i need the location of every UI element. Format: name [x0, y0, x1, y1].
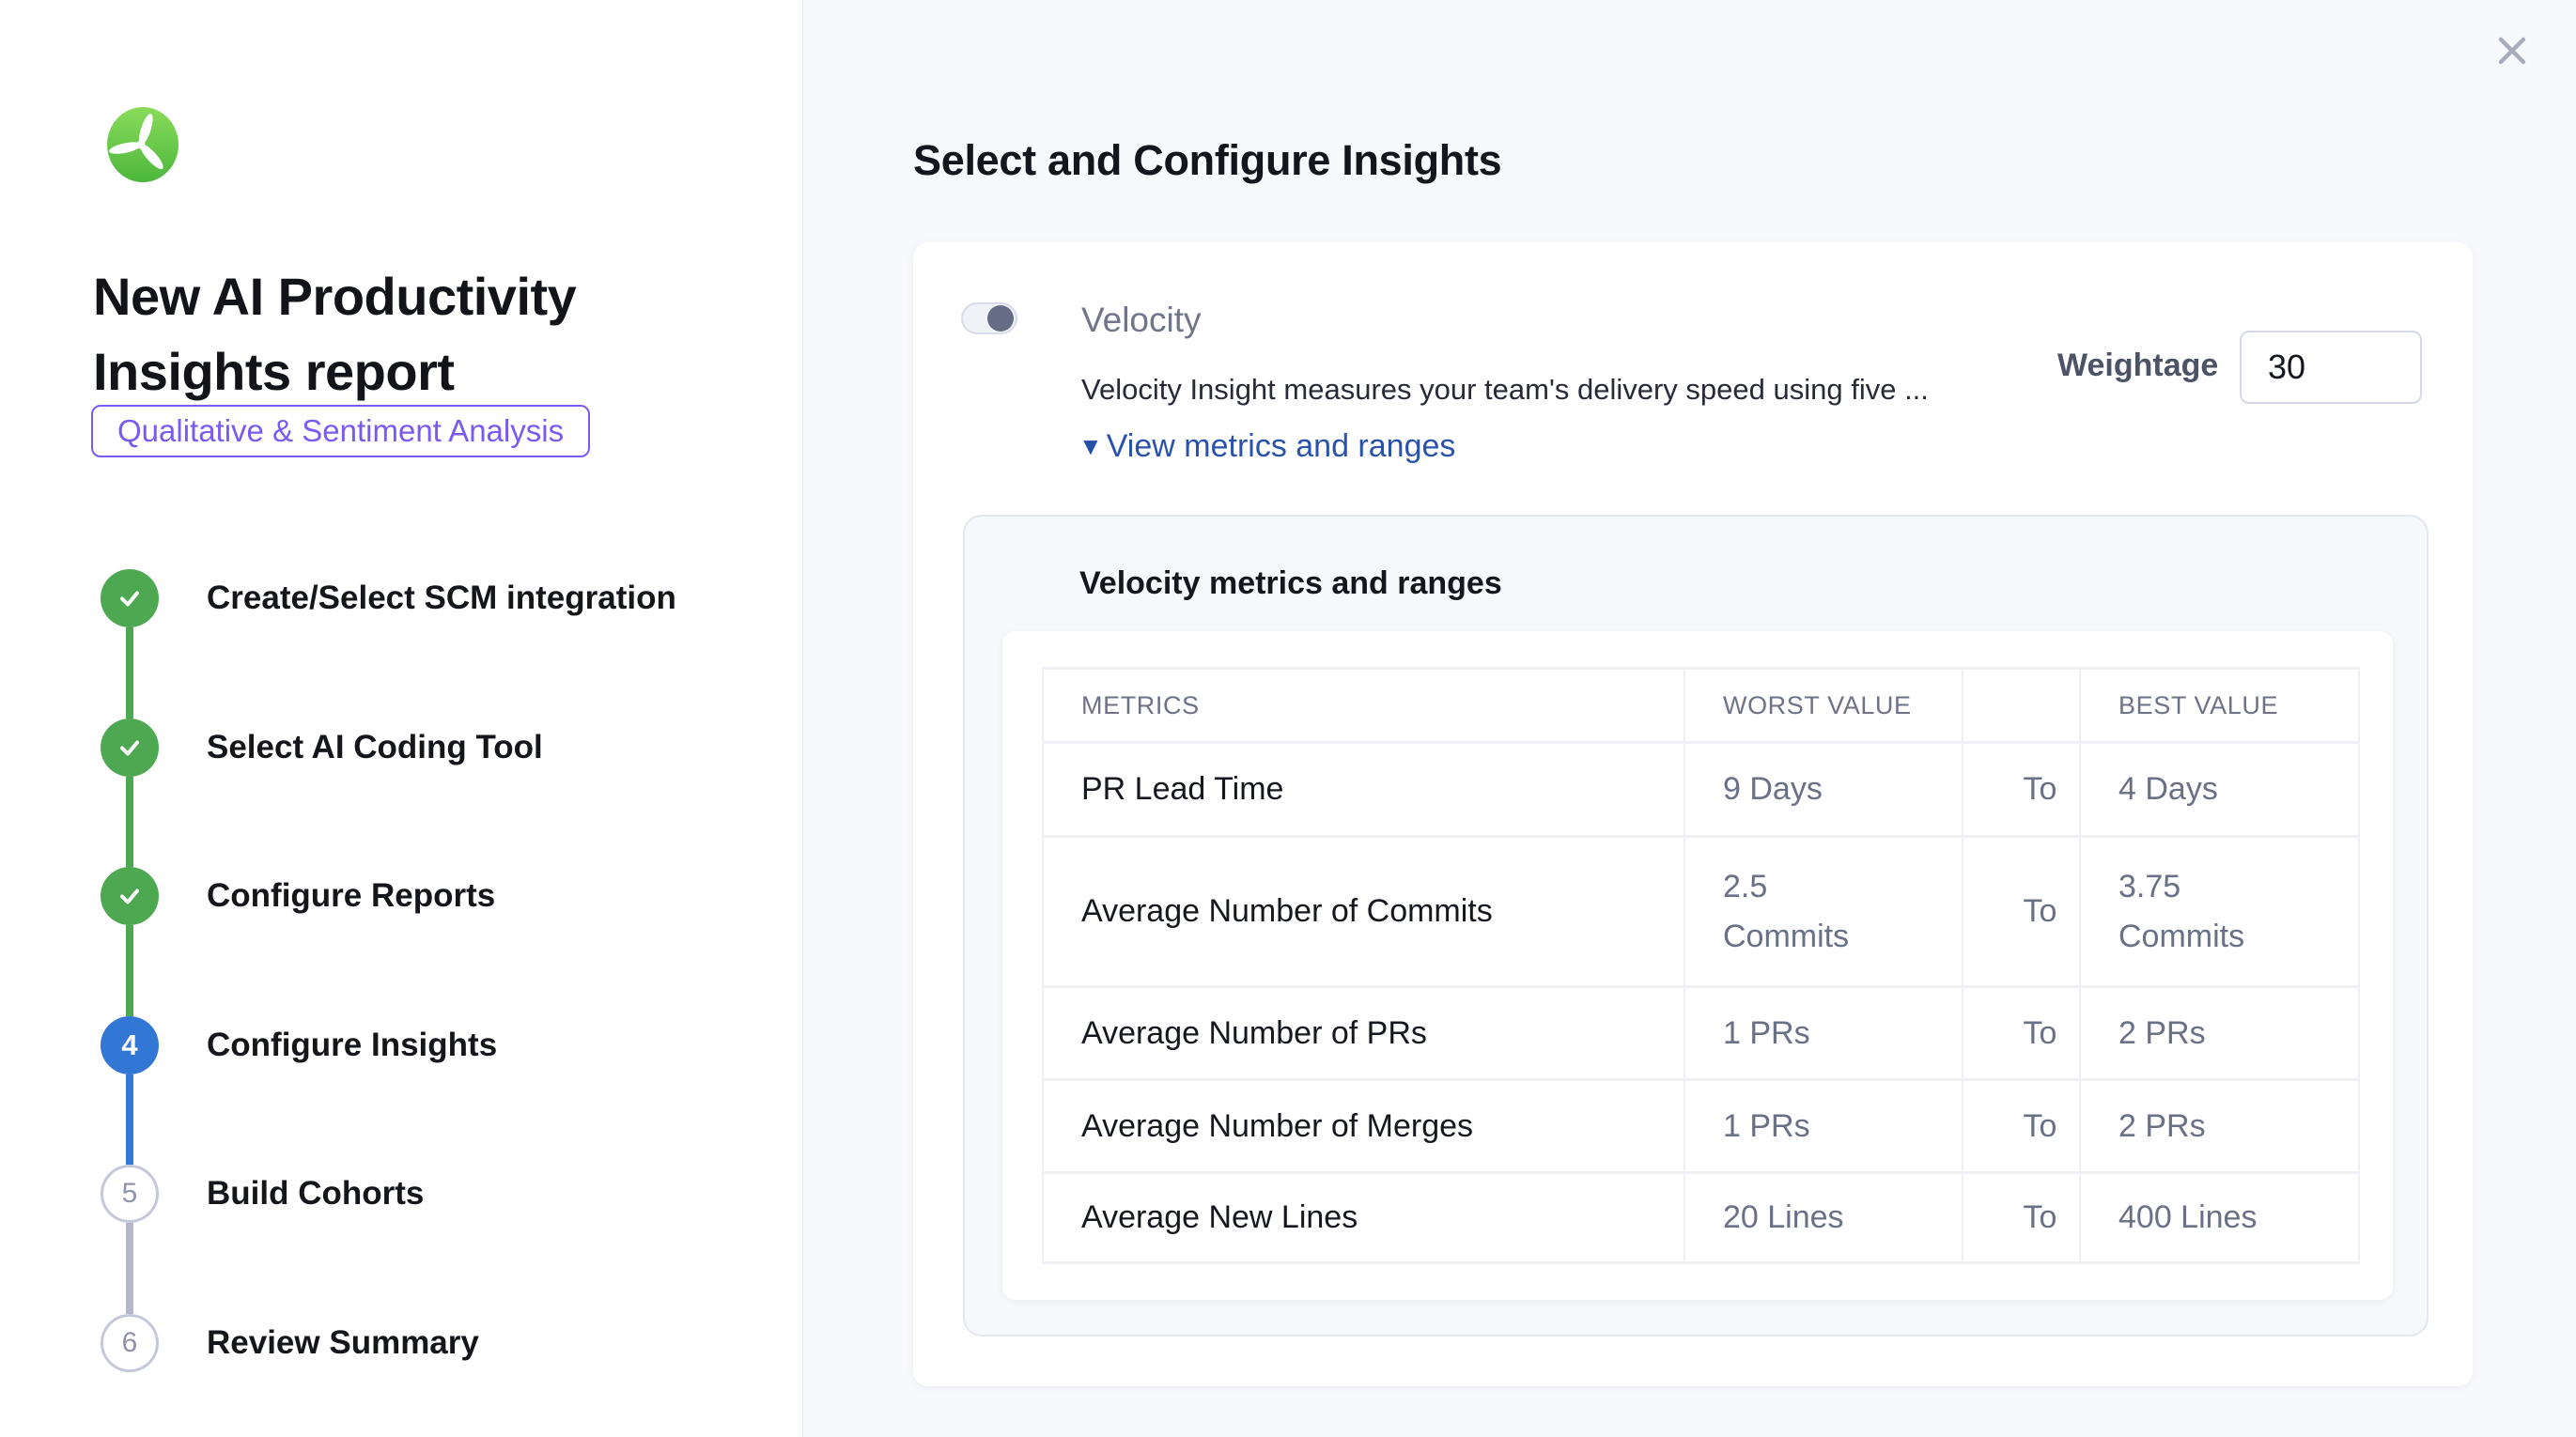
- step-connector: [126, 777, 133, 868]
- weightage-label: Weightage: [2057, 348, 2218, 384]
- step-connector: [126, 1223, 133, 1314]
- metric-name-cell: Average Number of PRs: [1043, 987, 1684, 1080]
- to-cell: To: [1963, 837, 2080, 987]
- page-title: Select and Configure Insights: [913, 136, 1501, 185]
- table-header-cell: WORST VALUE: [1684, 669, 1963, 743]
- metric-name-cell: Average Number of Merges: [1043, 1080, 1684, 1173]
- table-row: PR Lead Time9 DaysTo4 Days: [1043, 743, 2359, 837]
- step-connector: [126, 627, 133, 718]
- table-row: Average Number of Commits2.5 CommitsTo3.…: [1043, 837, 2359, 987]
- toggle-knob: [987, 305, 1014, 332]
- screen: New AI Productivity Insights report Qual…: [0, 0, 2576, 1437]
- step-connector: [126, 1074, 133, 1166]
- table-header-cell: [1963, 669, 2080, 743]
- table-header-cell: METRICS: [1043, 669, 1684, 743]
- best-value-cell: 400 Lines: [2080, 1173, 2359, 1263]
- worst-value-cell: 9 Days: [1684, 743, 1963, 837]
- step-label-6[interactable]: Review Summary: [207, 1319, 770, 1367]
- velocity-toggle[interactable]: [961, 302, 1017, 334]
- metrics-table: METRICSWORST VALUE BEST VALUE PR Lead Tim…: [1042, 667, 2360, 1264]
- to-cell: To: [1963, 987, 2080, 1080]
- metrics-table-body: PR Lead Time9 DaysTo4 DaysAverage Number…: [1043, 743, 2359, 1263]
- table-header-row: METRICSWORST VALUE BEST VALUE: [1043, 669, 2359, 743]
- best-value-cell: 4 Days: [2080, 743, 2359, 837]
- best-value-cell: 2 PRs: [2080, 1080, 2359, 1173]
- worst-value-cell: 1 PRs: [1684, 1080, 1963, 1173]
- insight-description: Velocity Insight measures your team's de…: [1081, 373, 2049, 407]
- worst-value-cell: 20 Lines: [1684, 1173, 1963, 1263]
- step-label-4[interactable]: Configure Insights: [207, 1021, 770, 1070]
- insight-name: Velocity: [1081, 301, 1202, 340]
- table-header-cell: BEST VALUE: [2080, 669, 2359, 743]
- sidebar: New AI Productivity Insights report Qual…: [0, 0, 803, 1437]
- table-row: Average New Lines20 LinesTo400 Lines: [1043, 1173, 2359, 1263]
- view-metrics-link-label: View metrics and ranges: [1107, 428, 1456, 465]
- worst-value-cell: 1 PRs: [1684, 987, 1963, 1080]
- metric-name-cell: PR Lead Time: [1043, 743, 1684, 837]
- step-connector: [126, 925, 133, 1016]
- weightage-input[interactable]: [2240, 331, 2422, 404]
- step-label-3[interactable]: Configure Reports: [207, 872, 770, 920]
- best-value-cell: 3.75 Commits: [2080, 837, 2359, 987]
- step-circle-6[interactable]: 6: [101, 1314, 159, 1372]
- insight-card: Velocity Velocity Insight measures your …: [913, 242, 2473, 1386]
- table-row: Average Number of PRs1 PRsTo2 PRs: [1043, 987, 2359, 1080]
- step-circle-1[interactable]: [101, 569, 159, 627]
- table-row: Average Number of Merges1 PRsTo2 PRs: [1043, 1080, 2359, 1173]
- step-circle-4[interactable]: 4: [101, 1016, 159, 1074]
- metrics-panel: Velocity metrics and ranges METRICSWORST…: [963, 515, 2429, 1337]
- metrics-table-card: METRICSWORST VALUE BEST VALUE PR Lead Tim…: [1002, 631, 2393, 1300]
- close-icon[interactable]: [2488, 26, 2537, 75]
- to-cell: To: [1963, 1080, 2080, 1173]
- step-circle-5[interactable]: 5: [101, 1165, 159, 1223]
- chevron-down-icon: ▼: [1079, 432, 1103, 461]
- step-circle-3[interactable]: [101, 867, 159, 925]
- metric-name-cell: Average New Lines: [1043, 1173, 1684, 1263]
- step-label-1[interactable]: Create/Select SCM integration: [207, 574, 770, 623]
- to-cell: To: [1963, 743, 2080, 837]
- metrics-table-head: METRICSWORST VALUE BEST VALUE: [1043, 669, 2359, 743]
- worst-value-cell: 2.5 Commits: [1684, 837, 1963, 987]
- wizard-stepper: Create/Select SCM integration Select AI C…: [0, 0, 802, 1437]
- metric-name-cell: Average Number of Commits: [1043, 837, 1684, 987]
- step-circle-2[interactable]: [101, 718, 159, 777]
- view-metrics-link[interactable]: ▼ View metrics and ranges: [1079, 428, 1455, 465]
- step-label-2[interactable]: Select AI Coding Tool: [207, 723, 770, 772]
- metrics-panel-title: Velocity metrics and ranges: [1079, 565, 1502, 602]
- to-cell: To: [1963, 1173, 2080, 1263]
- best-value-cell: 2 PRs: [2080, 987, 2359, 1080]
- step-label-5[interactable]: Build Cohorts: [207, 1169, 770, 1218]
